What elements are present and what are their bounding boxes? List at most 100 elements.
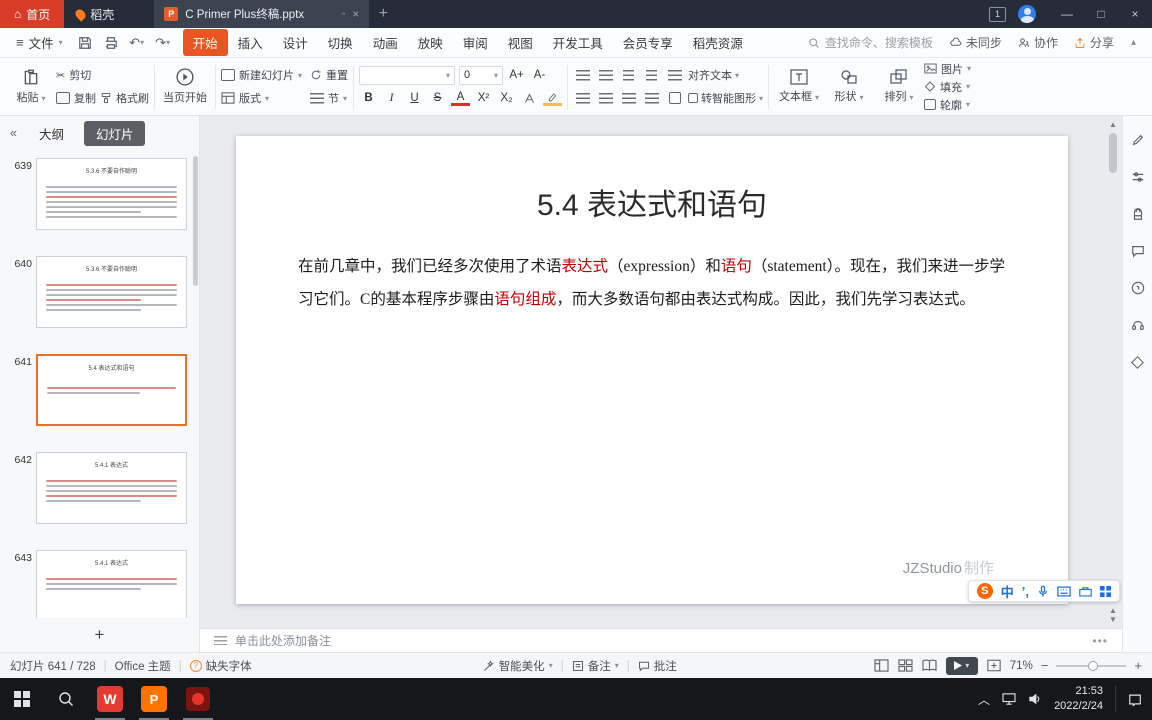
- canvas-scrollbar[interactable]: ▲ ▲ ▼: [1107, 120, 1119, 624]
- ime-mic-icon[interactable]: [1037, 585, 1049, 598]
- volume-icon[interactable]: [1028, 693, 1042, 705]
- notes-toggle[interactable]: 备注 ▾: [572, 658, 619, 674]
- line-spacing-button[interactable]: [665, 66, 684, 85]
- columns-button[interactable]: [665, 89, 684, 108]
- slide-thumbnail-643[interactable]: 643 5.4.1 表达式: [4, 550, 187, 618]
- share-button[interactable]: 分享: [1067, 34, 1121, 51]
- skin-pencil-icon[interactable]: [1130, 132, 1146, 148]
- smart-beautify-button[interactable]: 智能美化 ▾: [483, 658, 553, 674]
- taskbar-recorder-app[interactable]: [176, 678, 220, 720]
- picture-button[interactable]: 图片 ▾: [924, 61, 971, 77]
- format-painter-button[interactable]: 格式刷: [100, 90, 149, 106]
- slide-thumbnail-639[interactable]: 639 5.3.6 不要自作聪明: [4, 158, 187, 230]
- tab-close-icon[interactable]: ×: [352, 7, 359, 21]
- shrink-font-button[interactable]: A-: [530, 66, 549, 85]
- underline-button[interactable]: U: [405, 89, 424, 108]
- paste-button[interactable]: 粘贴 ▾: [6, 61, 56, 113]
- new-tab-button[interactable]: +: [369, 0, 397, 28]
- ime-mode-chinese[interactable]: 中: [1001, 582, 1014, 601]
- slide[interactable]: 5.4 表达式和语句 在前几章中，我们已经多次使用了术语表达式（expressi…: [236, 136, 1068, 604]
- slide-canvas[interactable]: 5.4 表达式和语句 在前几章中，我们已经多次使用了术语表达式（expressi…: [200, 116, 1122, 628]
- slide-thumbnail-642[interactable]: 642 5.4.1 表达式: [4, 452, 187, 524]
- cut-button[interactable]: ✂ 剪切: [56, 66, 149, 84]
- align-text-dropdown[interactable]: 对齐文本 ▾: [688, 67, 739, 83]
- increase-indent-button[interactable]: [642, 66, 661, 85]
- backpack-icon[interactable]: [1130, 206, 1146, 222]
- tab-view[interactable]: 视图: [498, 29, 543, 56]
- align-center-button[interactable]: [596, 89, 615, 108]
- tab-devtools[interactable]: 开发工具: [543, 29, 613, 56]
- tab-docer-resources[interactable]: 稻壳资源: [683, 29, 753, 56]
- home-button[interactable]: ⌂ 首页: [0, 0, 65, 28]
- fill-button[interactable]: 填充 ▾: [924, 79, 971, 95]
- tab-outline[interactable]: 大纲: [31, 121, 72, 146]
- smartart-dropdown[interactable]: 转智能图形 ▾: [688, 90, 763, 106]
- layout-button[interactable]: 版式 ▾: [221, 89, 302, 107]
- minimize-button[interactable]: —: [1050, 7, 1084, 21]
- taskbar-search-button[interactable]: [44, 678, 88, 720]
- justify-button[interactable]: [642, 89, 661, 108]
- display-icon[interactable]: [1002, 693, 1016, 705]
- bold-button[interactable]: B: [359, 89, 378, 108]
- align-right-button[interactable]: [619, 89, 638, 108]
- zoom-out-button[interactable]: −: [1041, 658, 1049, 673]
- tray-expand-icon[interactable]: ︿: [978, 691, 990, 708]
- ime-toolbox-icon[interactable]: [1079, 586, 1092, 597]
- zoom-in-button[interactable]: +: [1134, 658, 1142, 673]
- font-name-combo[interactable]: ▾: [359, 65, 456, 85]
- collaborate-button[interactable]: 协作: [1011, 34, 1065, 51]
- subscript-button[interactable]: X₂: [497, 89, 516, 108]
- headset-icon[interactable]: [1130, 317, 1146, 333]
- help-icon[interactable]: [1130, 280, 1146, 296]
- reading-view-button[interactable]: [922, 659, 938, 673]
- font-color-button[interactable]: A: [451, 90, 471, 106]
- close-button[interactable]: ×: [1118, 7, 1152, 21]
- slide-body-text[interactable]: 在前几章中，我们已经多次使用了术语表达式（expression）和语句（stat…: [298, 250, 1006, 317]
- comment-panel-icon[interactable]: [1130, 243, 1146, 259]
- grow-font-button[interactable]: A+: [507, 66, 526, 85]
- tab-transition[interactable]: 切换: [318, 29, 363, 56]
- selected-thumbnail[interactable]: 5.4 表达式和语句: [36, 354, 187, 426]
- save-icon[interactable]: [73, 36, 97, 50]
- taskbar-wps-app[interactable]: W: [88, 678, 132, 720]
- section-button[interactable]: 节 ▾: [310, 89, 348, 107]
- ime-punctuation-icon[interactable]: ’,: [1022, 584, 1029, 599]
- new-slide-button[interactable]: 新建幻灯片 ▾: [221, 66, 302, 84]
- missing-fonts-button[interactable]: ? 缺失字体: [189, 658, 252, 674]
- slide-title[interactable]: 5.4 表达式和语句: [236, 180, 1068, 224]
- collapse-ribbon-icon[interactable]: ▴: [1123, 37, 1144, 48]
- font-size-combo[interactable]: 0 ▾: [459, 65, 504, 85]
- slide-thumbnail-640[interactable]: 640 5.3.6 不要自作聪明: [4, 256, 187, 328]
- tab-member[interactable]: 会员专享: [613, 29, 683, 56]
- theme-name[interactable]: Office 主题: [115, 658, 171, 674]
- taskbar-clock[interactable]: 21:53 2022/2/24: [1054, 684, 1103, 714]
- next-slide-icon[interactable]: ▼: [1109, 615, 1117, 624]
- scrollbar-thumb[interactable]: [1109, 133, 1117, 173]
- comments-toggle[interactable]: 批注: [638, 658, 677, 674]
- align-left-button[interactable]: [573, 89, 592, 108]
- slideshow-play-button[interactable]: ▾: [945, 656, 978, 675]
- tab-slideshow[interactable]: 放映: [408, 29, 453, 56]
- docer-tab[interactable]: 稻壳: [64, 0, 126, 28]
- tab-insert[interactable]: 插入: [228, 29, 273, 56]
- scroll-up-icon[interactable]: ▲: [1109, 120, 1117, 129]
- slide-thumbnail-641[interactable]: 641 5.4 表达式和语句: [4, 354, 187, 426]
- italic-button[interactable]: I: [382, 89, 401, 108]
- file-menu[interactable]: ≡ 文件 ▾: [8, 33, 71, 52]
- settings-sliders-icon[interactable]: [1130, 169, 1146, 185]
- fit-slide-button[interactable]: [986, 659, 1002, 673]
- textbox-button[interactable]: 文本框 ▾: [774, 61, 824, 113]
- start-button[interactable]: [0, 678, 44, 720]
- maximize-button[interactable]: □: [1084, 7, 1118, 21]
- zoom-slider[interactable]: [1056, 660, 1127, 671]
- print-icon[interactable]: [99, 36, 123, 50]
- strikethrough-button[interactable]: S: [428, 89, 447, 108]
- ime-grid-icon[interactable]: [1100, 585, 1111, 597]
- notes-bar[interactable]: 单击此处添加备注 •••: [200, 628, 1122, 652]
- upload-status-icon[interactable]: 1: [989, 6, 1006, 22]
- play-from-current-button[interactable]: 当页开始: [160, 61, 210, 113]
- previous-slide-icon[interactable]: ▲: [1109, 606, 1117, 615]
- tab-home[interactable]: 开始: [182, 29, 228, 56]
- notification-center-icon[interactable]: [1128, 693, 1142, 706]
- outline-button[interactable]: 轮廓 ▾: [924, 97, 971, 113]
